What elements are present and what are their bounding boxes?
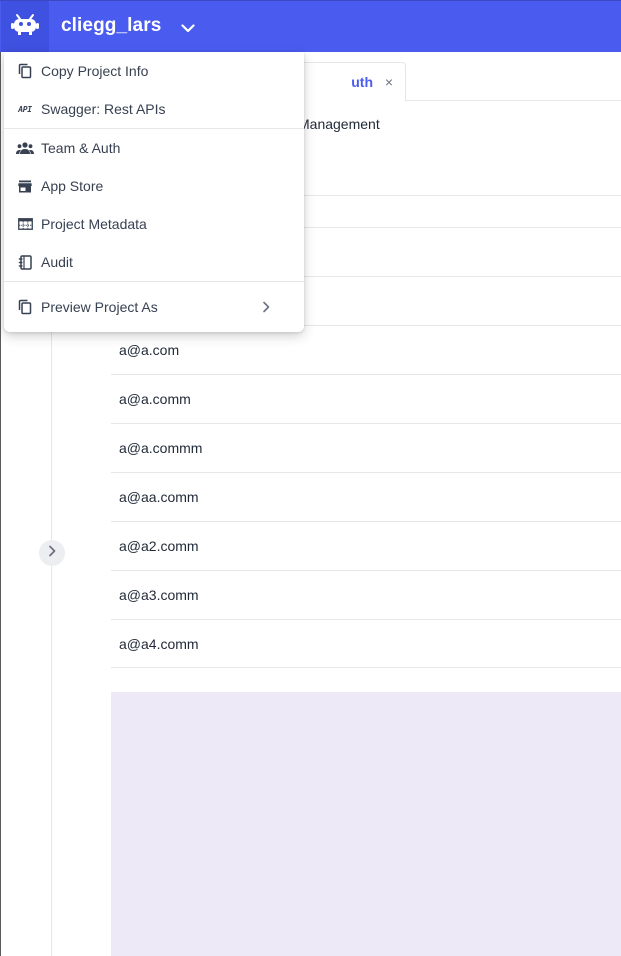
table-row[interactable]: a@a3.comm: [111, 570, 621, 619]
tab-label: uth: [351, 74, 373, 90]
chevron-down-icon[interactable]: [178, 18, 198, 38]
copy-icon: [16, 62, 34, 80]
menu-item-label: Preview Project As: [41, 299, 158, 315]
project-menu: Copy Project Info API Swagger: Rest APIs…: [4, 52, 304, 332]
close-icon[interactable]: ×: [385, 73, 393, 91]
project-name[interactable]: cliegg_lars: [61, 15, 161, 37]
menu-item-label: Audit: [41, 254, 73, 270]
menu-item-label: Swagger: Rest APIs: [41, 101, 166, 117]
store-icon: [16, 177, 34, 195]
table-row[interactable]: a@a2.comm: [111, 521, 621, 570]
menu-item-preview-project-as[interactable]: Preview Project As: [4, 288, 304, 326]
logo[interactable]: [1, 1, 49, 52]
menu-item-team-auth[interactable]: Team & Auth: [4, 129, 304, 167]
section-title: Management: [298, 116, 380, 132]
menu-item-label: Project Metadata: [41, 216, 147, 232]
table-row[interactable]: a@a4.comm: [111, 619, 621, 668]
menu-item-copy-project-info[interactable]: Copy Project Info: [4, 52, 304, 90]
table-row[interactable]: a@aa.comm: [111, 472, 621, 521]
menu-item-project-metadata[interactable]: Project Metadata: [4, 205, 304, 243]
tab-team-auth[interactable]: uth ×: [300, 62, 406, 102]
menu-item-label: App Store: [41, 178, 104, 194]
menu-item-label: Copy Project Info: [41, 63, 149, 79]
table-row[interactable]: a@a.com: [111, 325, 621, 374]
api-icon-text: API: [18, 104, 32, 114]
team-icon: [16, 139, 34, 157]
chevron-right-icon: [258, 299, 274, 315]
top-header: cliegg_lars: [0, 0, 621, 52]
table-row[interactable]: a@a.commm: [111, 423, 621, 472]
api-icon: API: [16, 100, 34, 118]
sidebar-expand-button[interactable]: [39, 540, 65, 566]
menu-item-swagger-rest-apis[interactable]: API Swagger: Rest APIs: [4, 90, 304, 128]
content-panel: [111, 692, 621, 956]
table-row[interactable]: a@a.comm: [111, 374, 621, 423]
menu-item-label: Team & Auth: [41, 140, 121, 156]
menu-group: Preview Project As: [4, 282, 304, 326]
copy-icon: [16, 298, 34, 316]
table-icon: [16, 215, 34, 233]
menu-group: Copy Project Info API Swagger: Rest APIs: [4, 52, 304, 129]
menu-item-audit[interactable]: Audit: [4, 243, 304, 281]
menu-item-app-store[interactable]: App Store: [4, 167, 304, 205]
chevron-right-icon: [48, 544, 56, 562]
notebook-icon: [16, 253, 34, 271]
robot-logo-icon: [11, 12, 39, 41]
menu-group: Team & Auth App Store Project Metadata A…: [4, 129, 304, 282]
